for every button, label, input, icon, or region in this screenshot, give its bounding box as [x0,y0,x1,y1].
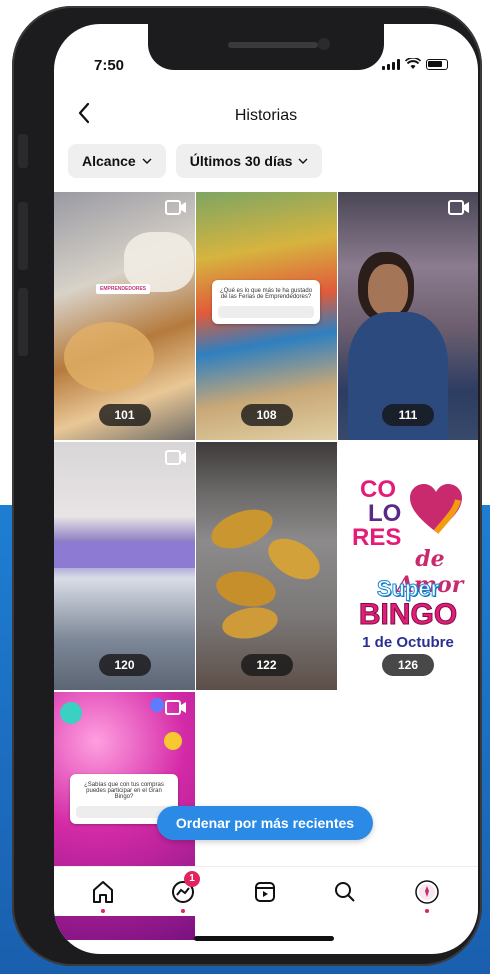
header: Historias [54,94,478,134]
story-thumbnail[interactable]: CO LO RES de Amor Super BINGO 1 de Octub… [338,442,478,690]
notch [148,24,384,70]
story-thumbnail[interactable]: ¿Qué es lo que más te ha gustado de las … [196,192,337,440]
bingo-poster: CO LO RES de Amor Super BINGO 1 de Octub… [338,442,478,690]
view-count: 120 [98,654,151,676]
balloon [60,702,82,724]
question-sticker: ¿Qué es lo que más te ha gustado de las … [212,280,320,324]
tab-profile[interactable] [412,877,442,913]
balloon [150,698,164,712]
tab-bar: 1 [54,866,478,916]
food-bowl [64,322,154,392]
view-count: 126 [382,654,434,676]
home-indicator[interactable] [194,936,334,941]
tab-reels[interactable] [250,877,280,907]
croissant [261,530,327,588]
battery-icon [426,58,448,70]
video-camera-icon [165,200,186,215]
store-sign [54,542,195,568]
sort-most-recent-button[interactable]: Ordenar por más recientes [157,806,373,840]
heart-graphic [410,484,462,534]
page-title: Historias [234,107,298,124]
wifi-icon [405,58,421,69]
filter-bar: Alcance Últimos 30 días [68,144,323,178]
notification-dot [425,909,429,913]
story-thumbnail[interactable]: 120 [54,442,195,690]
balloon [164,732,182,750]
volume-down-button [18,288,28,356]
story-thumbnail[interactable]: 111 [338,192,478,440]
person-face [368,264,408,316]
sticker-question: ¿Sabías que con tus compras puedes parti… [84,782,164,800]
story-thumbnail[interactable]: 122 [196,442,337,690]
mute-switch [18,134,28,168]
poster-line: BINGO [358,598,458,632]
profile-avatar-icon [415,880,439,904]
front-camera [318,38,330,50]
container [124,232,194,292]
tab-activity[interactable]: 1 [168,871,200,913]
story-tag: EMPRENDEDORES [96,284,151,294]
video-camera-icon [448,200,469,215]
poster-date: 1 de Octubre [362,634,454,651]
sticker-question: ¿Qué es lo que más te ha gustado de las … [219,288,313,300]
view-count: 122 [240,654,293,676]
status-icons [382,58,448,70]
filter-metric-dropdown[interactable]: Alcance [68,144,166,178]
signal-icon [382,58,400,70]
home-icon [93,881,113,903]
notification-dot [181,909,185,913]
croissant [206,502,278,556]
tab-home[interactable] [88,877,118,913]
croissant [219,603,281,643]
video-camera-icon [165,700,186,715]
volume-up-button [18,202,28,270]
screen: 7:50 Historias Alcance Últimos 30 días E… [54,24,478,954]
phone-frame: 7:50 Historias Alcance Últimos 30 días E… [12,6,482,966]
filter-metric-label: Alcance [82,153,136,169]
filter-period-dropdown[interactable]: Últimos 30 días [175,144,323,178]
poster-line: LO [368,500,402,527]
notification-badge: 1 [184,871,200,887]
notification-dot [101,909,105,913]
chevron-down-icon [142,158,152,164]
view-count: 108 [240,404,293,426]
video-camera-icon [165,450,186,465]
view-count: 101 [98,404,151,426]
search-icon [335,882,355,902]
status-time: 7:50 [94,57,125,74]
sticker-answer-field [218,306,314,318]
filter-period-label: Últimos 30 días [189,153,293,169]
speaker-grille [228,42,318,48]
tab-search[interactable] [330,877,360,907]
view-count: 111 [382,404,434,426]
poster-line: CO [360,476,396,503]
story-thumbnail[interactable]: EMPRENDEDORES 101 [54,192,195,440]
reels-icon [255,882,275,902]
croissant [213,567,279,611]
chevron-down-icon [298,158,308,164]
